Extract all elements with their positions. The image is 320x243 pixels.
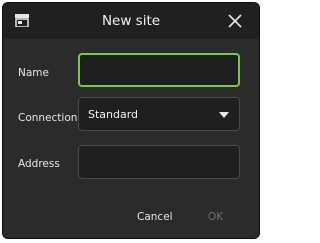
close-button[interactable] [225,11,245,31]
site-form: Name Connection Standard Address Cancel … [3,39,259,238]
cancel-button[interactable]: Cancel [137,211,173,223]
address-input[interactable] [78,145,240,179]
name-input[interactable] [78,53,240,87]
connection-selected-value: Standard [88,108,139,121]
dialog-title: New site [101,13,161,29]
ok-button[interactable]: OK [208,211,223,223]
connection-select[interactable]: Standard [78,97,240,131]
chevron-down-icon [219,112,229,118]
new-site-dialog: New site Name Connection Standard Addres… [2,2,260,239]
name-label: Name [18,67,49,79]
connection-label: Connection [18,112,78,124]
title-bar: New site [3,3,259,39]
address-label: Address [18,158,60,170]
